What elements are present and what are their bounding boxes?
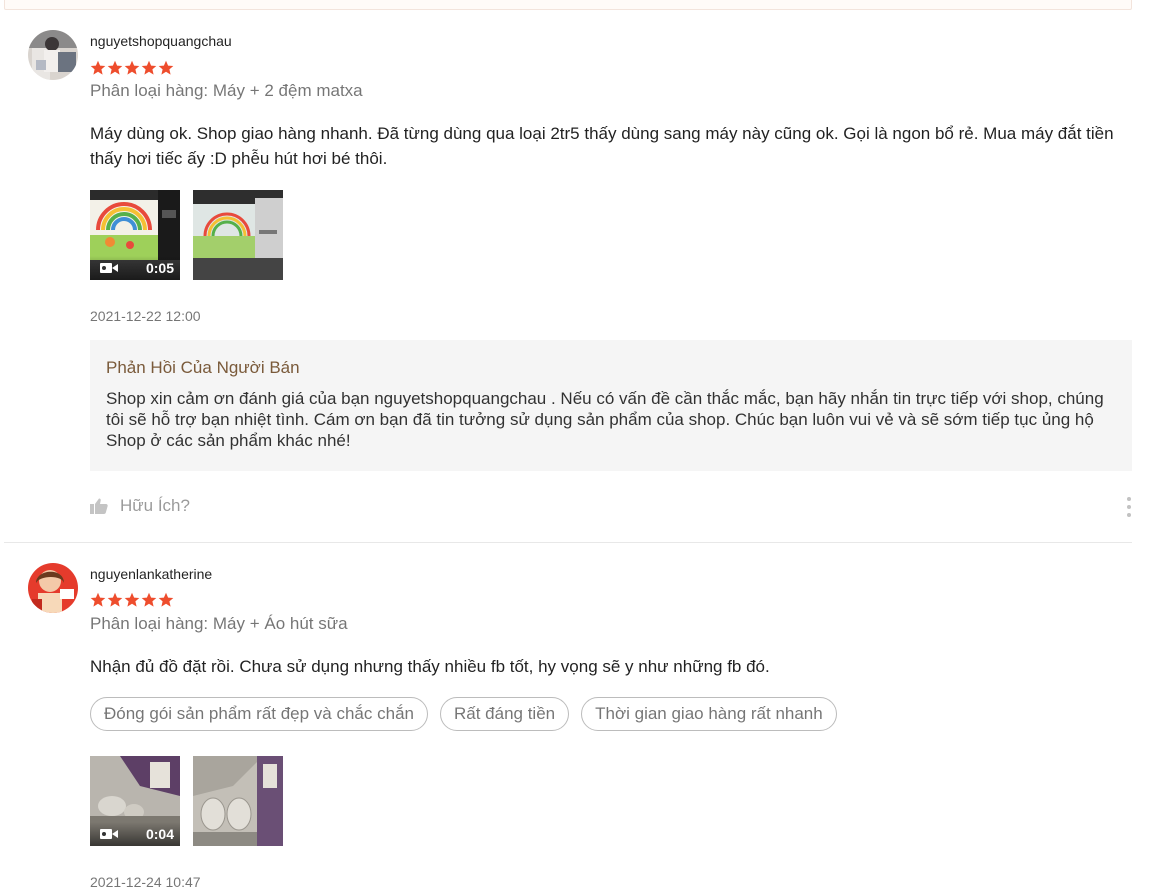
more-options-icon[interactable] bbox=[1124, 497, 1134, 517]
avatar[interactable] bbox=[28, 30, 78, 80]
star-icon bbox=[141, 592, 157, 607]
star-icon bbox=[90, 592, 106, 607]
review-timestamp: 2021-12-24 10:47 bbox=[90, 874, 201, 889]
helpful-button[interactable]: Hữu Ích? bbox=[90, 496, 190, 516]
product-variation: Phân loại hàng: Máy + 2 đệm matxa bbox=[90, 81, 363, 100]
review-timestamp: 2021-12-22 12:00 bbox=[90, 308, 201, 324]
star-icon bbox=[124, 592, 140, 607]
seller-reply: Phản Hồi Của Người Bán Shop xin cảm ơn đ… bbox=[90, 340, 1132, 471]
review-comment: Máy dùng ok. Shop giao hàng nhanh. Đã từ… bbox=[90, 124, 1114, 168]
video-duration: 0:05 bbox=[145, 260, 174, 276]
star-rating bbox=[90, 592, 174, 608]
review-tags: Đóng gói sản phẩm rất đẹp và chắc chắn R… bbox=[90, 697, 837, 731]
review-divider bbox=[4, 542, 1132, 543]
star-icon bbox=[158, 60, 174, 75]
review-comment: Nhận đủ đồ đặt rồi. Chưa sử dụng nhưng t… bbox=[90, 657, 770, 676]
review-video-thumbnail[interactable]: 0:05 bbox=[90, 190, 180, 280]
review-image-thumbnail[interactable] bbox=[193, 190, 283, 280]
review-video-thumbnail[interactable]: 0:04 bbox=[90, 756, 180, 846]
review-tag[interactable]: Đóng gói sản phẩm rất đẹp và chắc chắn bbox=[90, 697, 428, 731]
star-icon bbox=[90, 60, 106, 75]
video-duration: 0:04 bbox=[145, 826, 174, 842]
previous-section-edge bbox=[4, 0, 1132, 10]
star-icon bbox=[141, 60, 157, 75]
product-variation: Phân loại hàng: Máy + Áo hút sữa bbox=[90, 614, 348, 633]
review-media: 0:04 bbox=[90, 756, 283, 846]
review-image-thumbnail[interactable] bbox=[193, 756, 283, 846]
review-tag[interactable]: Thời gian giao hàng rất nhanh bbox=[581, 697, 837, 731]
seller-reply-title: Phản Hồi Của Người Bán bbox=[106, 358, 300, 377]
video-overlay: 0:04 bbox=[90, 822, 180, 846]
star-rating bbox=[90, 60, 174, 76]
video-camera-icon bbox=[100, 829, 118, 839]
review-username[interactable]: nguyenlankatherine bbox=[90, 566, 212, 582]
video-overlay: 0:05 bbox=[90, 256, 180, 280]
review-username[interactable]: nguyetshopquangchau bbox=[90, 33, 232, 49]
star-icon bbox=[107, 60, 123, 75]
star-icon bbox=[124, 60, 140, 75]
star-icon bbox=[158, 592, 174, 607]
review-media: 0:05 bbox=[90, 190, 283, 280]
seller-reply-text: Shop xin cảm ơn đánh giá của bạn nguyets… bbox=[106, 389, 1104, 450]
review-tag[interactable]: Rất đáng tiền bbox=[439, 697, 570, 731]
avatar[interactable] bbox=[28, 563, 78, 613]
star-icon bbox=[107, 592, 123, 607]
thumbs-up-icon bbox=[90, 498, 108, 514]
helpful-label: Hữu Ích? bbox=[120, 496, 190, 515]
video-camera-icon bbox=[100, 263, 118, 273]
